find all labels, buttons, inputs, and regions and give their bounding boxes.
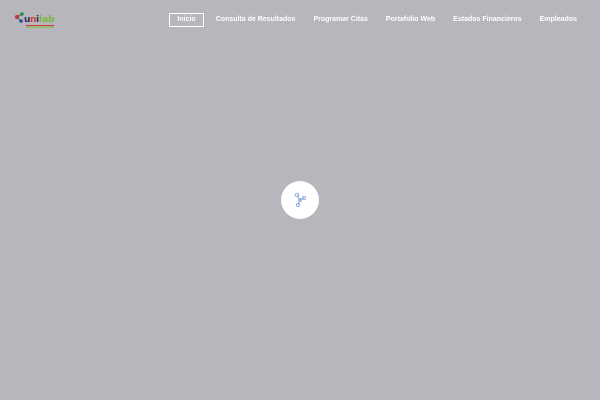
molecule-icon [294,192,307,208]
unilab-logo-icon: u n i lab [14,12,55,28]
page-loader [281,181,319,219]
page: u n i lab Inicio Consulta de Resultados … [0,0,600,400]
svg-text:lab: lab [39,15,55,25]
logo[interactable]: u n i lab [13,9,59,31]
nav-item-portafolio-web[interactable]: Portafolio Web [378,13,443,27]
nav-item-inicio[interactable]: Inicio [169,13,204,27]
nav-item-programar-citas[interactable]: Programar Citas [305,13,375,27]
site-header: u n i lab Inicio Consulta de Resultados … [0,0,600,38]
main-nav: Inicio Consulta de Resultados Programar … [167,13,585,27]
nav-item-consulta-de-resultados[interactable]: Consulta de Resultados [208,13,304,27]
nav-item-empleados[interactable]: Empleados [532,13,585,27]
nav-item-estados-financieros[interactable]: Estados Financieros [445,13,529,27]
